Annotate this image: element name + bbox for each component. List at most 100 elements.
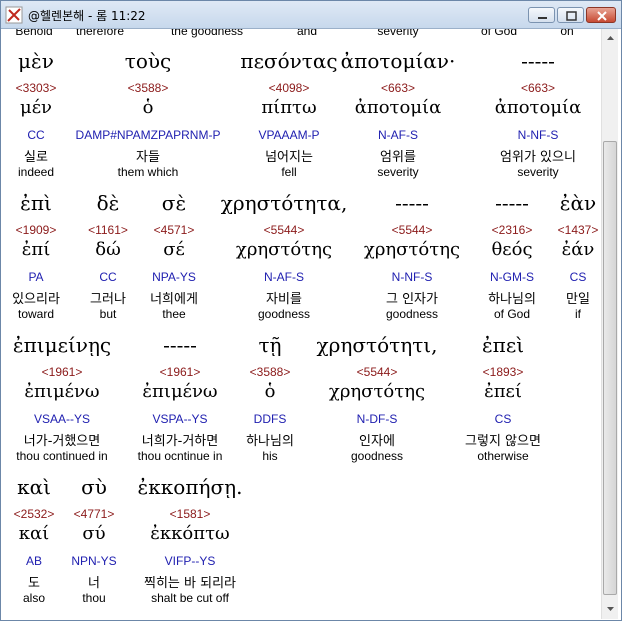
word-korean: 자들 [136,150,160,165]
word-strong: <1893> [482,365,524,379]
word-morph: NPA-YS [152,270,196,284]
word-greek: τοὺς [124,49,172,73]
word-strong: <1437> [557,223,599,237]
word-strong: <1161> [88,223,128,237]
word-strong: <3588> [249,365,291,379]
word-morph: CS [494,412,512,426]
word-korean: 있으리라 [12,292,60,307]
word-morph: N-NF-S [517,128,559,142]
partial-english-word: and [296,29,318,38]
word-strong: <663> [380,81,416,95]
word-strong: <4098> [268,81,310,95]
word-greek: χρηστότητα, [220,191,348,215]
word-morph: CC [27,128,45,142]
word-morph: N-DF-S [356,412,398,426]
word-korean: 넘어지는 [265,150,313,165]
app-window: @헬렌본해 - 롬 11:22 Behold therefore the goodn… [0,0,622,621]
word-lemma: σέ [163,239,185,260]
word-greek: ----- [395,191,429,215]
minimize-icon [538,17,547,19]
word-morph: N-AF-S [264,270,304,284]
word-greek: ἀποτομίαν· [340,49,456,73]
word-morph: VIFP--YS [164,554,216,568]
word-lemma: χρηστότης [328,381,426,402]
word-strong: <663> [520,81,556,95]
partial-english-word: on [560,29,574,38]
word-strong: <5544> [391,223,433,237]
word-strong: <3588> [127,81,169,95]
word-english: severity [377,165,419,179]
word-greek: τῇ [258,333,282,357]
word-lemma: ὁ [142,97,154,118]
word-english: thou continued in [16,449,108,463]
word-lemma: θεός [491,239,533,260]
word-english: but [99,307,117,321]
scrollbar-thumb[interactable] [603,141,617,595]
word-greek: σὲ [161,191,187,215]
word-morph: N-AF-S [378,128,418,142]
word-greek: ἐπὶ [20,191,52,215]
word-morph: PA [28,270,44,284]
word-korean: 하나님의 [246,434,294,449]
word-korean: 찍히는 바 되리라 [144,576,236,591]
word-greek: δὲ [96,191,120,215]
word-strong: <4771> [73,507,115,521]
word-morph: VSPA--YS [152,412,208,426]
minimize-button[interactable] [528,7,555,23]
word-korean: 하나님의 [488,292,536,307]
app-icon [5,6,23,24]
title-bar[interactable]: @헬렌본해 - 롬 11:22 [1,1,621,29]
word-korean: 너 [88,576,100,591]
interlinear-view[interactable]: Behold therefore the goodness and severity of… [2,29,601,619]
word-english: otherwise [477,449,529,463]
word-korean: 너가-거했으면 [23,434,101,449]
word-lemma: δώ [95,239,121,260]
word-morph: VSAA--YS [33,412,91,426]
word-strong: <2532> [13,507,55,521]
word-greek: ----- [163,333,197,357]
word-english: of God [493,307,531,321]
word-strong: <1581> [169,507,211,521]
word-lemma: χρηστότης [363,239,461,260]
word-korean: 엄위가 있으니 [500,150,576,165]
close-button[interactable] [586,7,616,23]
maximize-button[interactable] [557,7,584,23]
word-lemma: καί [18,523,50,544]
partial-english-word: therefore [75,29,125,38]
word-morph: N-GM-S [490,270,534,284]
word-morph: N-NF-S [391,270,433,284]
word-lemma: ἐπί [21,239,51,260]
word-english: thee [162,307,186,321]
word-korean: 엄위를 [380,150,416,165]
partial-english-word: severity [377,29,419,38]
word-greek: καὶ [17,475,51,499]
word-morph: DDFS [253,412,287,426]
word-morph: CS [569,270,587,284]
word-morph: CC [99,270,117,284]
word-greek: ἐκκοπήσῃ. [137,475,243,499]
word-lemma: ἐκκόπτω [150,523,230,544]
close-icon [597,11,607,21]
word-english: also [22,591,46,605]
word-korean: 그렇지 않으면 [465,434,541,449]
word-morph: DAMP#NPAMZPAPRNM-P [75,128,221,142]
word-lemma: σύ [82,523,106,544]
scroll-down-icon[interactable] [603,601,618,617]
vertical-scrollbar[interactable] [601,29,618,619]
word-english: severity [517,165,559,179]
scroll-up-icon[interactable] [603,30,618,46]
partial-english-word: Behold [15,29,53,38]
partial-english-word: the goodness [170,29,244,38]
word-english: toward [17,307,55,321]
word-greek: ἐπεὶ [481,333,525,357]
word-english: them which [117,165,179,179]
word-lemma: ἐπεί [484,381,522,402]
word-english: his [262,449,278,463]
word-morph: VPAAAM-P [258,128,320,142]
word-korean: 너희가-거하면 [141,434,219,449]
word-english: fell [281,165,297,179]
word-greek: ἐπιμείνῃς [12,333,112,357]
partial-english-row: Behold therefore the goodness and severity of… [2,29,601,43]
word-english: thou ocntinue in [137,449,223,463]
word-greek: σὺ [81,475,107,499]
